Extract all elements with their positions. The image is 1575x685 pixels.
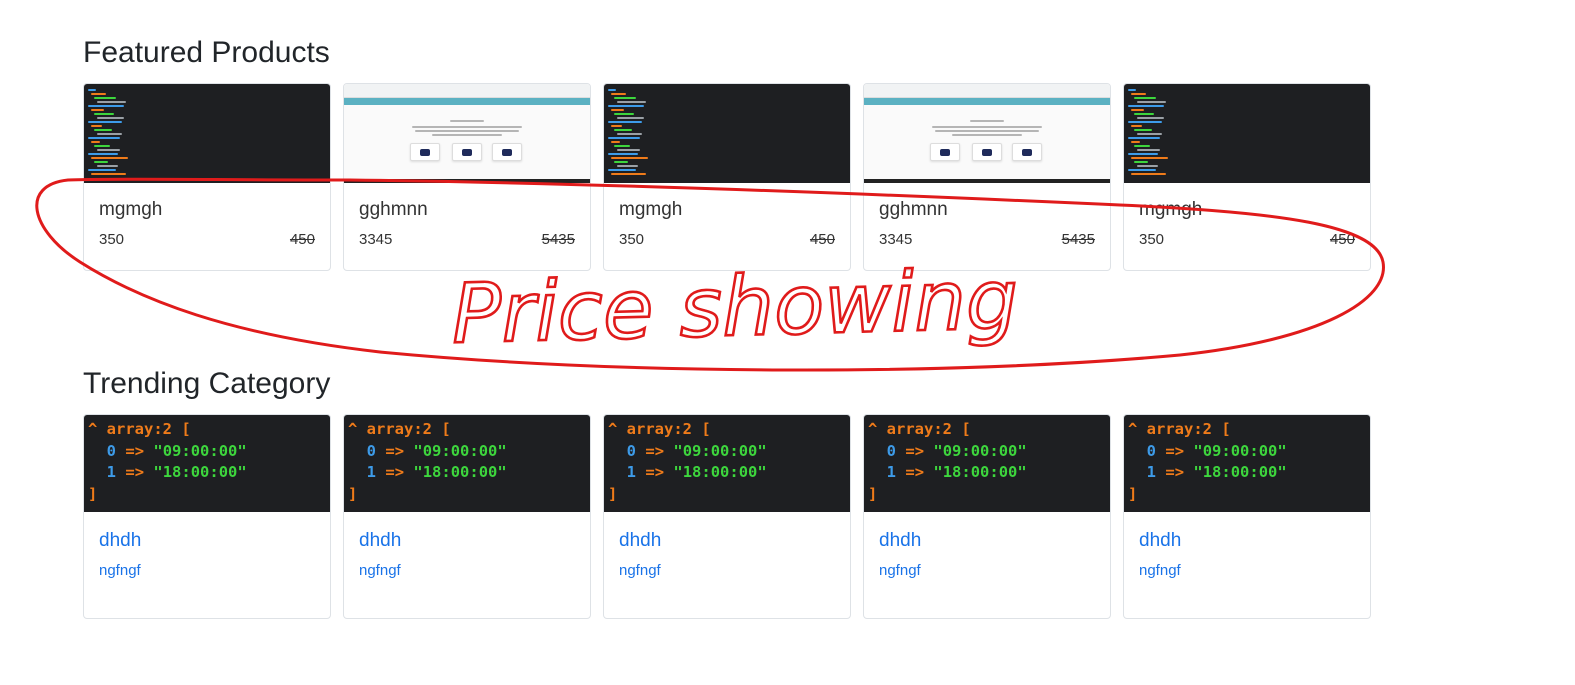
product-old-price: 450	[809, 231, 835, 248]
product-name: gghmnn	[879, 199, 948, 220]
category-name-link[interactable]: dhdh	[359, 530, 575, 552]
trending-category-row: ^ array:2 [ 0 => "09:00:00" 1 => "18:00:…	[83, 414, 1371, 619]
category-name-link[interactable]: dhdh	[1139, 530, 1355, 552]
category-thumbnail-code: ^ array:2 [ 0 => "09:00:00" 1 => "18:00:…	[84, 415, 330, 512]
trending-category-heading: Trending Category	[83, 367, 331, 400]
product-name: mgmgh	[1139, 199, 1203, 220]
category-card[interactable]: ^ array:2 [ 0 => "09:00:00" 1 => "18:00:…	[863, 414, 1111, 619]
product-name: mgmgh	[619, 199, 683, 220]
product-old-price: 5435	[541, 231, 575, 248]
product-old-price: 450	[289, 231, 315, 248]
category-subtitle-link[interactable]: ngfngf	[359, 562, 575, 579]
category-name-link[interactable]: dhdh	[99, 530, 315, 552]
category-subtitle-link[interactable]: ngfngf	[99, 562, 315, 579]
product-thumbnail-code	[1124, 84, 1370, 183]
product-price: 350	[1139, 231, 1165, 248]
category-thumbnail-code: ^ array:2 [ 0 => "09:00:00" 1 => "18:00:…	[864, 415, 1110, 512]
product-card[interactable]: mgmgh 350 450	[603, 83, 851, 271]
product-price: 350	[619, 231, 645, 248]
product-thumbnail-code	[84, 84, 330, 183]
category-thumbnail-code: ^ array:2 [ 0 => "09:00:00" 1 => "18:00:…	[604, 415, 850, 512]
category-name-link[interactable]: dhdh	[879, 530, 1095, 552]
product-old-price: 450	[1329, 231, 1355, 248]
category-subtitle-link[interactable]: ngfngf	[619, 562, 835, 579]
product-name: gghmnn	[359, 199, 428, 220]
product-card[interactable]: mgmgh 350 450	[1123, 83, 1371, 271]
product-thumbnail-app	[344, 84, 590, 183]
featured-products-row: mgmgh 350 450 gghmnn 3345 5435 mgmgh 350…	[83, 83, 1371, 271]
product-price: 3345	[359, 231, 393, 248]
category-subtitle-link[interactable]: ngfngf	[879, 562, 1095, 579]
product-thumbnail-app	[864, 84, 1110, 183]
category-card[interactable]: ^ array:2 [ 0 => "09:00:00" 1 => "18:00:…	[343, 414, 591, 619]
product-price: 350	[99, 231, 125, 248]
product-name: mgmgh	[99, 199, 163, 220]
product-old-price: 5435	[1061, 231, 1095, 248]
product-card[interactable]: mgmgh 350 450	[83, 83, 331, 271]
product-card[interactable]: gghmnn 3345 5435	[343, 83, 591, 271]
product-thumbnail-code	[604, 84, 850, 183]
category-subtitle-link[interactable]: ngfngf	[1139, 562, 1355, 579]
category-card[interactable]: ^ array:2 [ 0 => "09:00:00" 1 => "18:00:…	[83, 414, 331, 619]
category-name-link[interactable]: dhdh	[619, 530, 835, 552]
product-card[interactable]: gghmnn 3345 5435	[863, 83, 1111, 271]
featured-products-heading: Featured Products	[83, 36, 330, 69]
category-thumbnail-code: ^ array:2 [ 0 => "09:00:00" 1 => "18:00:…	[344, 415, 590, 512]
category-thumbnail-code: ^ array:2 [ 0 => "09:00:00" 1 => "18:00:…	[1124, 415, 1370, 512]
category-card[interactable]: ^ array:2 [ 0 => "09:00:00" 1 => "18:00:…	[1123, 414, 1371, 619]
category-card[interactable]: ^ array:2 [ 0 => "09:00:00" 1 => "18:00:…	[603, 414, 851, 619]
product-price: 3345	[879, 231, 913, 248]
